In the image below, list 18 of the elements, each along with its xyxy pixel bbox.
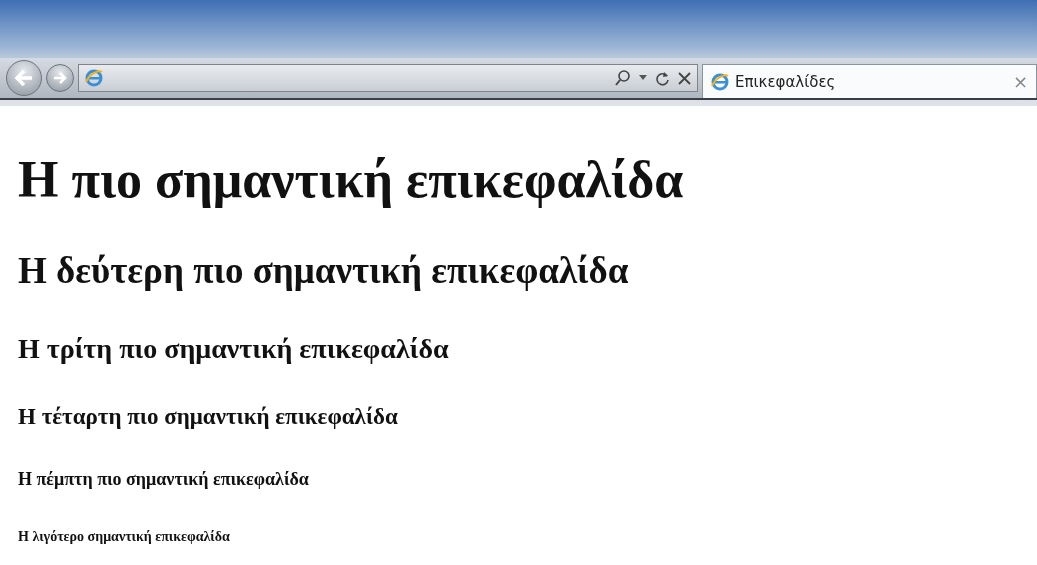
left-arrow-icon (14, 69, 34, 87)
heading: Η πιο σημαντική επικεφαλίδα (18, 150, 684, 210)
forward-button[interactable] (46, 64, 74, 92)
refresh-icon[interactable] (655, 70, 670, 86)
close-icon[interactable] (678, 71, 691, 85)
browser-logo-icon (711, 72, 729, 91)
browser-tab[interactable]: Επικεφαλίδες × (702, 64, 1037, 98)
right-arrow-icon (53, 71, 67, 85)
address-field[interactable] (78, 64, 698, 92)
heading: Η πέμπτη πιο σημαντική επικεφαλίδα (18, 468, 309, 491)
page-icon (85, 69, 103, 87)
heading: Η δεύτερη πιο σημαντική επικεφαλίδα (18, 249, 629, 294)
search-icon[interactable] (615, 70, 631, 86)
dropdown-icon[interactable] (639, 75, 647, 81)
heading: Η λιγότερο σημαντική επικεφαλίδα (18, 528, 230, 546)
heading: Η τρίτη πιο σημαντική επικεφαλίδα (18, 331, 449, 366)
back-button[interactable] (6, 60, 42, 96)
heading: Η τέταρτη πιο σημαντική επικεφαλίδα (18, 403, 398, 431)
